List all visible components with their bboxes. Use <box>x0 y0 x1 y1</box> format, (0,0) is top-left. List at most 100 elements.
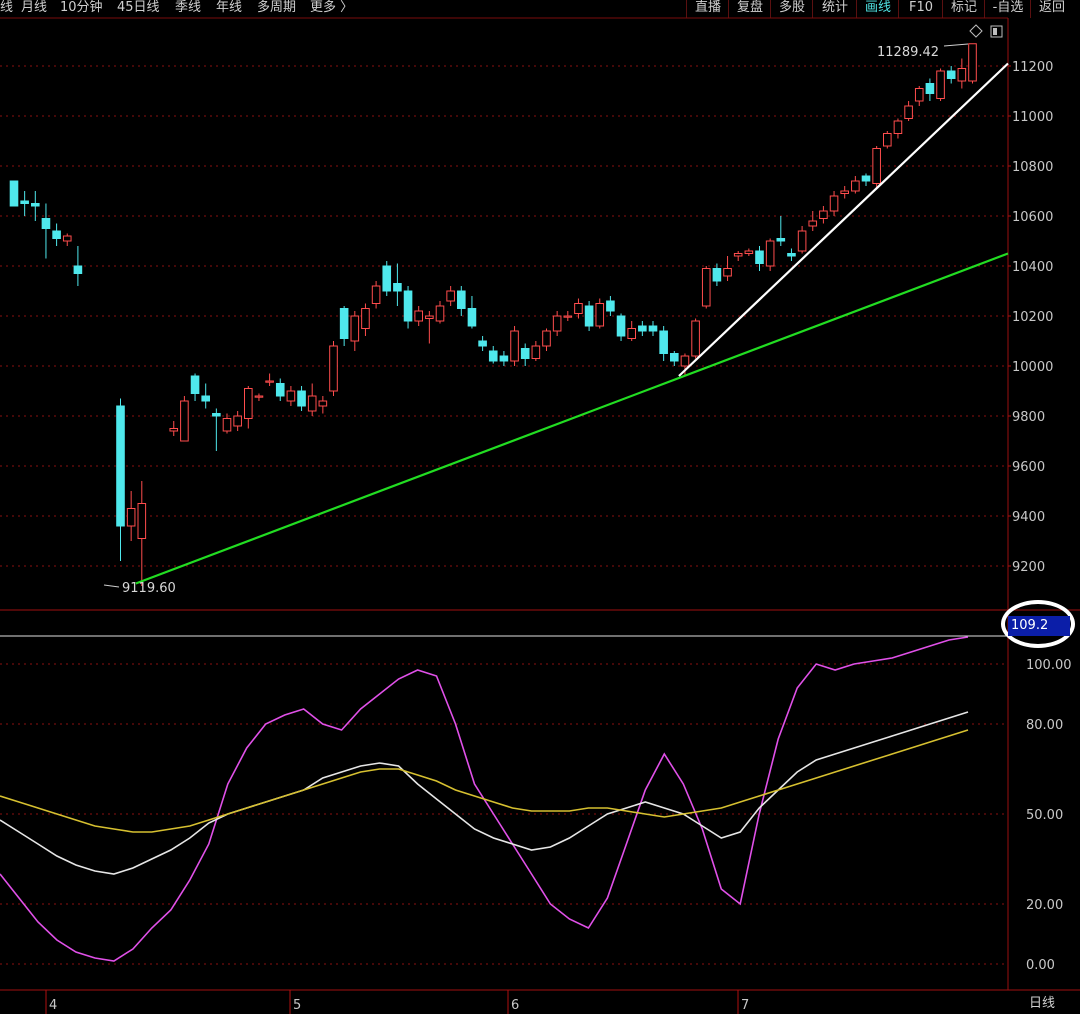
y-tick-label: 10000 <box>1012 360 1053 375</box>
indicator-line-white <box>0 711 969 875</box>
candle-up <box>446 290 455 302</box>
candle-up <box>563 315 573 318</box>
x-tick-label: 5 <box>293 998 301 1013</box>
y-tick-label: 9400 <box>1012 510 1045 525</box>
panel-toggle-fill <box>993 28 997 35</box>
candle-up <box>222 418 232 432</box>
candle-up <box>733 253 743 257</box>
candle-down <box>467 308 477 327</box>
y-tick-label: 10600 <box>1012 210 1053 225</box>
x-tick-label: 4 <box>49 998 57 1013</box>
indicator-line-yellow <box>0 729 969 833</box>
indicator-y-tick-label: 80.00 <box>1026 718 1063 733</box>
candle-up <box>318 400 328 407</box>
y-tick-label: 10400 <box>1012 260 1053 275</box>
candle-down <box>488 350 498 362</box>
candle-down <box>606 300 615 312</box>
candle-down <box>212 413 221 417</box>
low-annotation-arrow <box>103 584 120 588</box>
candle-down <box>787 253 796 257</box>
candle-up <box>968 43 977 82</box>
candle-down <box>946 70 956 79</box>
candle-down <box>52 230 61 239</box>
candle-down <box>20 200 29 204</box>
candle-down <box>403 290 413 322</box>
candle-up <box>680 355 690 367</box>
y-tick-label: 10200 <box>1012 310 1053 325</box>
indicator-y-tick-label: 100.00 <box>1026 658 1072 673</box>
candle-up <box>957 68 967 82</box>
candle-up <box>723 268 732 277</box>
candle-down <box>393 283 402 292</box>
candle-down <box>520 348 530 359</box>
candle-up <box>254 395 264 398</box>
candle-up <box>701 268 711 307</box>
candle-up <box>414 310 423 322</box>
candle-up <box>936 70 945 99</box>
candle-down <box>116 405 125 527</box>
indicator-y-tick-label: 0.00 <box>1026 958 1055 973</box>
candle-up <box>797 230 807 252</box>
candle-up <box>744 250 754 254</box>
candle-up <box>244 388 253 419</box>
trend-line-green <box>135 252 1009 585</box>
candle-down <box>457 290 466 309</box>
indicator-value-box: 109.2 <box>1008 616 1070 636</box>
candle-down <box>201 395 210 402</box>
candle-up <box>531 345 541 359</box>
candle-down <box>861 175 871 182</box>
candle-down <box>925 83 935 94</box>
candle-up <box>914 88 924 102</box>
candle-up <box>329 345 338 392</box>
candle-down <box>755 250 764 264</box>
candle-up <box>126 508 136 527</box>
candle-down <box>9 180 19 207</box>
indicator-y-tick-label: 20.00 <box>1026 898 1063 913</box>
candle-up <box>265 380 274 383</box>
candle-up <box>851 180 860 192</box>
candle-up <box>425 315 434 319</box>
candle-down <box>382 265 392 292</box>
candle-down <box>712 268 722 282</box>
low-annotation: 9119.60 <box>122 581 176 596</box>
trend-line-white <box>678 62 1009 377</box>
candle-up <box>542 330 551 347</box>
indicator-lines <box>0 636 969 962</box>
candle-up <box>552 315 562 332</box>
x-tick-label: 7 <box>741 998 749 1013</box>
candle-down <box>638 325 647 332</box>
candle-down <box>478 340 487 347</box>
candle-up <box>691 320 700 357</box>
candle-up <box>904 105 913 119</box>
candle-up <box>137 503 147 539</box>
y-tick-label: 9600 <box>1012 460 1045 475</box>
y-tick-label: 11200 <box>1012 60 1053 75</box>
y-tick-label: 9800 <box>1012 410 1045 425</box>
candle-up <box>627 328 637 339</box>
candle-down <box>41 218 51 229</box>
candle-up <box>435 305 445 322</box>
candle-up <box>893 120 903 134</box>
trend-lines <box>135 62 1009 585</box>
diamond-marker-icon[interactable] <box>969 24 983 38</box>
candlestick-series <box>9 43 977 586</box>
y-tick-label: 9200 <box>1012 560 1045 575</box>
chart-area[interactable]: 9200 9400 9600 9800 10000 10200 10400 10600 1080… <box>0 0 1080 1014</box>
y-tick-label: 10800 <box>1012 160 1053 175</box>
candle-up <box>180 400 189 442</box>
candle-down <box>297 390 306 407</box>
candle-up <box>307 395 317 412</box>
high-annotation: 11289.42 <box>877 45 939 60</box>
candle-down <box>499 355 509 362</box>
candle-up <box>574 303 583 314</box>
candle-down <box>648 325 658 332</box>
candle-down <box>339 308 349 339</box>
candle-down <box>31 203 40 207</box>
candle-up <box>62 235 72 242</box>
candle-up <box>765 240 775 267</box>
candle-up <box>350 315 360 342</box>
candle-down <box>776 238 786 242</box>
candle-down <box>584 305 594 327</box>
x-axis-labels: 4 5 6 7 <box>45 990 749 1014</box>
candle-down <box>659 330 668 354</box>
